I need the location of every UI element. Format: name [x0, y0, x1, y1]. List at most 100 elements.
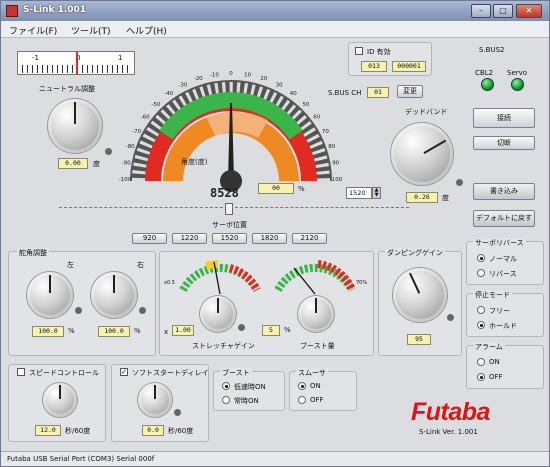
preset-1820-button[interactable]: 1820	[252, 233, 287, 244]
sbus2-label: S.BUS2	[479, 46, 505, 54]
stretcher-prefix: x	[164, 328, 169, 336]
rudder-right-label: 右	[137, 261, 144, 269]
speed-control-knob[interactable]	[43, 383, 77, 417]
connect-button[interactable]: 接続	[473, 108, 535, 128]
neutral-knob[interactable]	[48, 99, 102, 153]
gauge-scale-label: 40	[290, 91, 297, 97]
speed-control-group: スピードコントロール 12.0 秒/60度	[8, 364, 106, 442]
servo-slider-thumb[interactable]	[225, 203, 233, 215]
gauge-scale-label: 70	[322, 129, 329, 135]
gauge-highlight	[206, 111, 268, 138]
damping-label: ダンピングゲイン	[385, 248, 445, 258]
boost-mode-group: ブースト 低速時ON 常時ON	[213, 368, 285, 411]
gauge-scale-label: -60	[141, 115, 150, 121]
preset-1220-button[interactable]: 1220	[172, 233, 207, 244]
rudder-left-knob[interactable]	[27, 272, 73, 318]
stop-hold-radio[interactable]	[477, 321, 485, 329]
reverse-normal-radio[interactable]	[477, 254, 485, 262]
gauge-center-label: 角度(度)	[181, 157, 208, 166]
sbus-change-button[interactable]: 変更	[397, 85, 423, 98]
gauge-scale-label: -70	[132, 129, 141, 135]
deadband-label: デッドバンド	[405, 108, 448, 116]
soft-start-knob[interactable]	[138, 383, 172, 417]
id-value-b[interactable]: 000001	[392, 61, 426, 72]
menu-help[interactable]: ヘルプ(H)	[126, 24, 167, 37]
deadband-value[interactable]: 0.26	[406, 192, 438, 203]
speed-control-label: スピードコントロール	[29, 369, 99, 377]
preset-1520-button[interactable]: 1520	[212, 233, 247, 244]
servo-led	[511, 78, 524, 91]
menu-file[interactable]: ファイル(F)	[9, 24, 57, 37]
neutral-value[interactable]: 0.00	[58, 158, 88, 169]
smoother-off-radio[interactable]	[298, 396, 306, 404]
maximize-icon[interactable]: □	[493, 4, 513, 18]
menu-tools[interactable]: ツール(T)	[71, 24, 111, 37]
gauge-scale-label: -30	[178, 83, 187, 89]
speed-control-checkbox[interactable]	[17, 368, 25, 376]
stretcher-meter-yellow	[204, 260, 219, 270]
rudder-right-value[interactable]: 100.0	[98, 326, 130, 337]
boost-scale-max: 70%	[356, 280, 368, 286]
minimize-icon[interactable]: –	[471, 4, 491, 18]
futaba-logo: Futaba	[411, 398, 490, 426]
boost-knob[interactable]	[298, 296, 334, 332]
soft-start-dot	[174, 409, 181, 416]
gauge-percent-value[interactable]: 00	[258, 183, 294, 194]
gauge-scale-label: 90	[332, 160, 339, 166]
stretcher-value[interactable]: 1.00	[172, 325, 194, 336]
deadband-knob[interactable]	[391, 123, 453, 185]
alarm-off-radio[interactable]	[477, 373, 485, 381]
stop-free-radio[interactable]	[477, 306, 485, 314]
speed-control-value[interactable]: 12.0	[35, 425, 61, 436]
soft-start-checkbox[interactable]: ✓	[120, 368, 128, 376]
write-button[interactable]: 書き込み	[473, 183, 535, 200]
gauge-scale-label: -10	[210, 72, 219, 78]
preset-920-button[interactable]: 920	[132, 233, 167, 244]
disconnect-button[interactable]: 切断	[473, 136, 535, 150]
sbus-ch-value[interactable]: 01	[367, 87, 389, 98]
stretcher-knob[interactable]	[200, 296, 236, 332]
gauge-scale-label: -90	[122, 160, 131, 166]
reverse-reverse-radio[interactable]	[477, 269, 485, 277]
alarm-label: アラーム	[473, 342, 505, 352]
gauge-spin-input[interactable]: 1520	[346, 187, 372, 199]
speed-control-unit: 秒/60度	[65, 427, 91, 435]
gain-meters	[179, 260, 356, 295]
app-window: S-Link 1.001 – □ ✕ ファイル(F) ツール(T) ヘルプ(H)…	[0, 0, 550, 467]
alarm-on-radio[interactable]	[477, 358, 485, 366]
smoother-off-label: OFF	[310, 396, 324, 404]
rudder-left-value[interactable]: 100.0	[32, 326, 64, 337]
neutral-unit: 度	[93, 160, 100, 168]
damping-knob[interactable]	[393, 268, 447, 322]
window-title: S-Link 1.001	[23, 5, 87, 15]
default-button[interactable]: デフォルトに戻す	[473, 210, 535, 227]
servo-position-slider[interactable]	[59, 207, 409, 215]
servo-label: Servo	[507, 69, 528, 77]
boost-low-radio[interactable]	[222, 382, 230, 390]
smoother-on-radio[interactable]	[298, 382, 306, 390]
id-enable-label: ID 有効	[367, 48, 391, 56]
soft-start-value[interactable]: 0.0	[142, 425, 164, 436]
id-enable-checkbox[interactable]	[355, 47, 363, 55]
rudder-right-unit: %	[134, 327, 141, 335]
spin-arrows-icon[interactable]: ▲ ▼	[372, 187, 381, 199]
boost-always-radio[interactable]	[222, 396, 230, 404]
damping-value[interactable]: 95	[407, 334, 431, 345]
preset-2120-button[interactable]: 2120	[292, 233, 327, 244]
close-icon[interactable]: ✕	[516, 4, 542, 18]
smoother-on-label: ON	[310, 382, 321, 390]
rudder-label: 舵角調整	[17, 248, 49, 258]
gauge-scale-label: 0	[229, 71, 233, 77]
app-icon	[6, 5, 18, 17]
status-text: Futaba USB Serial Port (COM3) Serial 000…	[7, 455, 155, 463]
gauge-percent-unit: %	[298, 185, 305, 193]
id-value-a[interactable]: 013	[361, 61, 387, 72]
reverse-reverse-label: リバース	[489, 270, 517, 278]
boost-meter-red	[317, 260, 356, 292]
rudder-right-knob[interactable]	[91, 272, 137, 318]
gauge-scale-label: 50	[303, 102, 310, 108]
boost-low-label: 低速時ON	[234, 383, 266, 391]
stretcher-dot	[238, 324, 245, 331]
gauge-scale-label: 10	[244, 72, 251, 78]
boost-value[interactable]: 5	[262, 325, 280, 336]
